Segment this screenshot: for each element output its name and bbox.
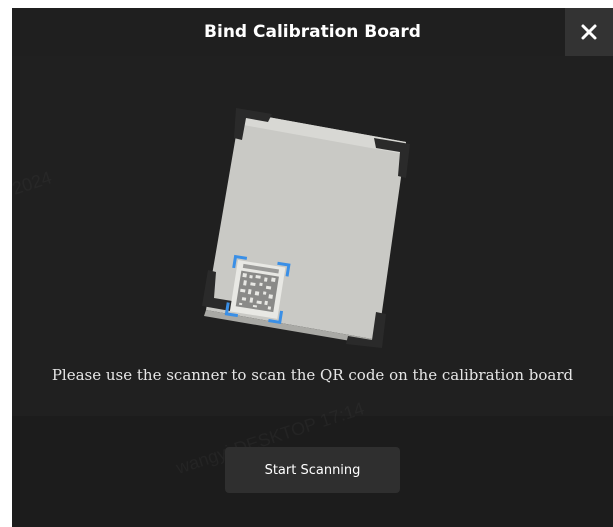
bind-calibration-dialog: 2024 wangyi DESKTOP 17:14 Bind Calibrati…: [12, 8, 613, 527]
instruction-text: Please use the scanner to scan the QR co…: [51, 366, 574, 384]
calibration-board-illustration: [202, 108, 410, 348]
dialog-header: Bind Calibration Board: [12, 8, 613, 56]
close-icon: [581, 24, 597, 40]
start-scanning-button[interactable]: Start Scanning: [225, 447, 400, 493]
close-button[interactable]: [565, 8, 613, 56]
dialog-title: Bind Calibration Board: [204, 22, 421, 42]
